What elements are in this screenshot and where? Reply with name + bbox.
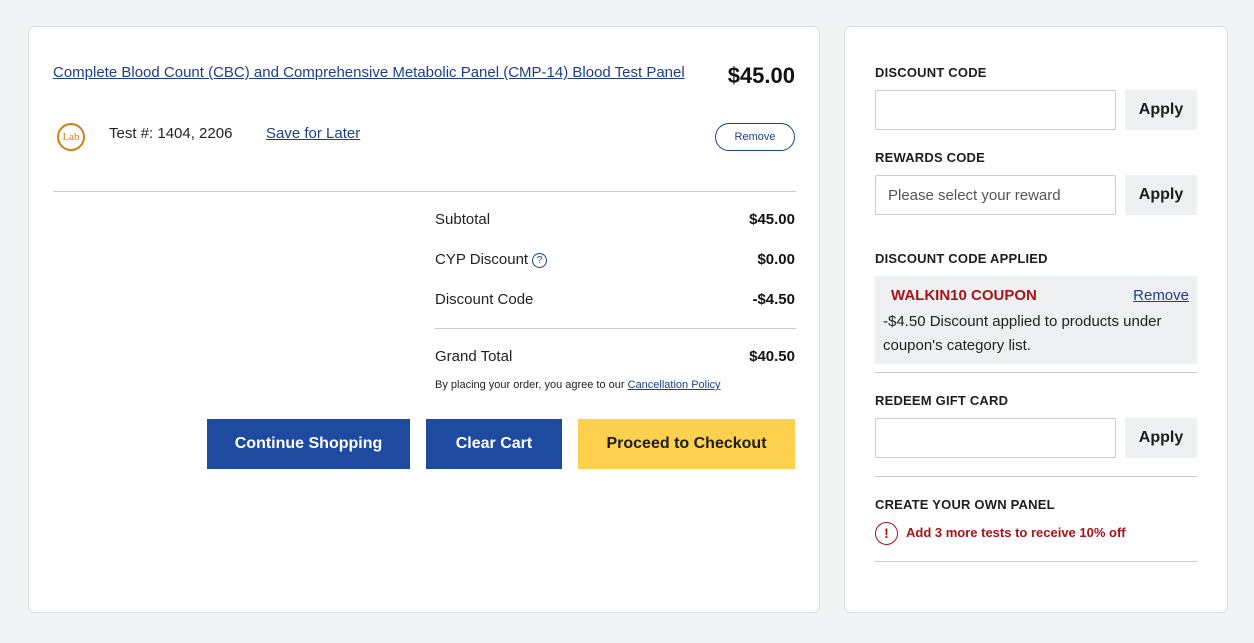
item-price: $45.00 xyxy=(727,63,795,88)
cyp-discount-value: $0.00 xyxy=(757,251,795,268)
grand-total-value: $40.50 xyxy=(749,348,795,365)
help-icon[interactable]: ? xyxy=(532,252,548,268)
discount-code-label: Discount Code xyxy=(435,291,534,308)
item-divider xyxy=(53,191,796,192)
order-agreement: By placing your order, you agree to our … xyxy=(435,379,721,391)
create-panel-title: CREATE YOUR OWN PANEL xyxy=(875,497,1055,512)
panel-warning-text: Add 3 more tests to receive 10% off xyxy=(906,525,1126,540)
proceed-to-checkout-button[interactable]: Proceed to Checkout xyxy=(578,419,795,469)
lab-icon: Lab xyxy=(57,123,85,151)
panel-divider xyxy=(875,561,1197,562)
cart-card: Complete Blood Count (CBC) and Comprehen… xyxy=(28,26,820,613)
discount-code-value: -$4.50 xyxy=(752,291,795,308)
apply-discount-button[interactable]: Apply xyxy=(1125,90,1197,130)
discount-code-input[interactable] xyxy=(875,90,1116,130)
lab-icon-text: Lab xyxy=(62,131,80,143)
cyp-discount-row: CYP Discount? xyxy=(435,251,548,268)
cyp-discount-label: CYP Discount xyxy=(435,251,529,268)
gift-card-divider xyxy=(875,476,1197,477)
test-number: Test #: 1404, 2206 xyxy=(109,125,233,142)
rewards-code-input[interactable] xyxy=(875,175,1116,215)
clear-cart-button[interactable]: Clear Cart xyxy=(426,419,562,469)
save-for-later-link[interactable]: Save for Later xyxy=(266,125,360,142)
coupon-name: WALKIN10 COUPON xyxy=(891,287,1037,304)
subtotal-label: Subtotal xyxy=(435,211,491,228)
discount-applied-title: DISCOUNT CODE APPLIED xyxy=(875,251,1048,266)
coupon-remove-link[interactable]: Remove xyxy=(1133,287,1189,304)
apply-gift-card-button[interactable]: Apply xyxy=(1125,418,1197,458)
continue-shopping-button[interactable]: Continue Shopping xyxy=(207,419,410,469)
apply-rewards-button[interactable]: Apply xyxy=(1125,175,1197,215)
grand-total-label: Grand Total xyxy=(435,348,513,365)
promotions-card: DISCOUNT CODE Apply REWARDS CODE Apply D… xyxy=(844,26,1228,613)
applied-coupon-box: WALKIN10 COUPON Remove -$4.50 Discount a… xyxy=(875,276,1197,364)
remove-item-button[interactable]: Remove xyxy=(715,123,795,151)
gift-card-title: REDEEM GIFT CARD xyxy=(875,393,1009,408)
summary-divider xyxy=(435,328,796,329)
rewards-code-title: REWARDS CODE xyxy=(875,150,986,165)
gift-card-input[interactable] xyxy=(875,418,1116,458)
agreement-text: By placing your order, you agree to our xyxy=(435,379,625,391)
coupon-description: -$4.50 Discount applied to products unde… xyxy=(883,313,1162,354)
product-name-link[interactable]: Complete Blood Count (CBC) and Comprehen… xyxy=(53,61,693,85)
applied-divider xyxy=(875,372,1197,373)
cancellation-policy-link[interactable]: Cancellation Policy xyxy=(628,379,721,391)
warning-icon: ! xyxy=(875,522,898,545)
discount-code-title: DISCOUNT CODE xyxy=(875,65,987,80)
subtotal-value: $45.00 xyxy=(749,211,795,228)
